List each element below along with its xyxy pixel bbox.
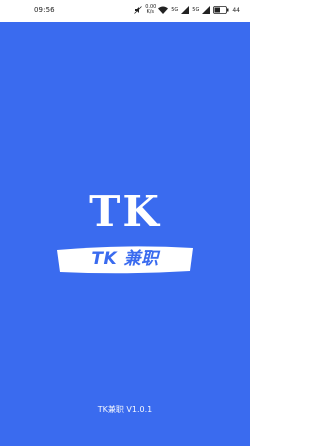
app-version: TK兼职 V1.0.1 (97, 405, 153, 414)
app-name-banner-text: TK 兼职 (91, 249, 159, 269)
status-bar: 09:56 0.00 K/s 5G 5G 44 (0, 0, 250, 22)
wifi-icon (158, 6, 169, 14)
status-icons: 0.00 K/s 5G 5G 44 (134, 5, 240, 15)
network-speed: 0.00 K/s (145, 4, 157, 15)
signal-label-1: 5G (171, 6, 179, 13)
battery-icon (213, 6, 229, 14)
app-name-banner: TK 兼职 (55, 245, 195, 274)
splash-screen: 09:56 0.00 K/s 5G 5G 44 TK TK 兼职 TK兼职 V1… (0, 0, 250, 446)
silent-icon (134, 6, 143, 14)
app-logo-text: TK (89, 187, 161, 236)
signal-icon (181, 6, 190, 14)
battery-percent: 44 (232, 6, 240, 14)
status-time: 09:56 (34, 6, 55, 14)
signal-label-2: 5G (192, 6, 200, 13)
signal-icon (202, 6, 211, 14)
splash-background: TK TK 兼职 TK兼职 V1.0.1 (0, 22, 250, 446)
